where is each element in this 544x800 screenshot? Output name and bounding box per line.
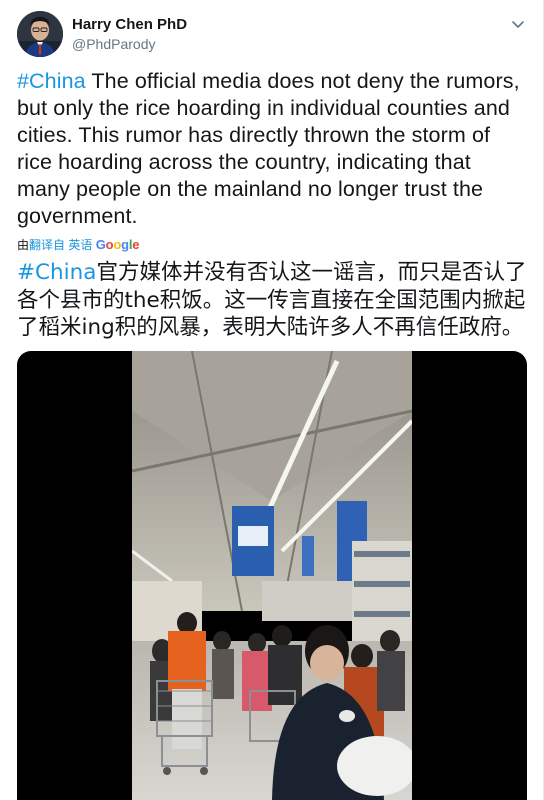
tweet-text-original: #China The official media does not deny … — [17, 68, 527, 230]
translation-attribution: 由翻译自 英语 Google — [17, 236, 140, 254]
translated-prefix: 由 — [17, 238, 30, 252]
chevron-down-icon[interactable] — [509, 15, 527, 33]
user-handle[interactable]: @PhdParody — [72, 34, 187, 54]
user-name-block[interactable]: Harry Chen PhD @PhdParody — [72, 16, 187, 54]
tweet-text-translated: #China官方媒体并没有否认这一谣言，而只是否认了各个县市的the积饭。这一传… — [17, 259, 533, 342]
video-player[interactable] — [17, 351, 527, 800]
hashtag-link-zh[interactable]: #China — [17, 260, 96, 285]
google-logo: Google — [95, 237, 140, 252]
hashtag-link[interactable]: #China — [17, 69, 86, 93]
translated-from-link[interactable]: 翻译自 英语 — [29, 238, 92, 252]
tweet-header: Harry Chen PhD @PhdParody — [17, 11, 529, 59]
video-frame[interactable] — [132, 351, 412, 800]
display-name[interactable]: Harry Chen PhD — [72, 16, 187, 34]
tweet-text-en: The official media does not deny the rum… — [17, 69, 520, 228]
user-avatar-icon[interactable] — [17, 11, 63, 57]
tweet-card: Harry Chen PhD @PhdParody #China The off… — [0, 0, 544, 800]
